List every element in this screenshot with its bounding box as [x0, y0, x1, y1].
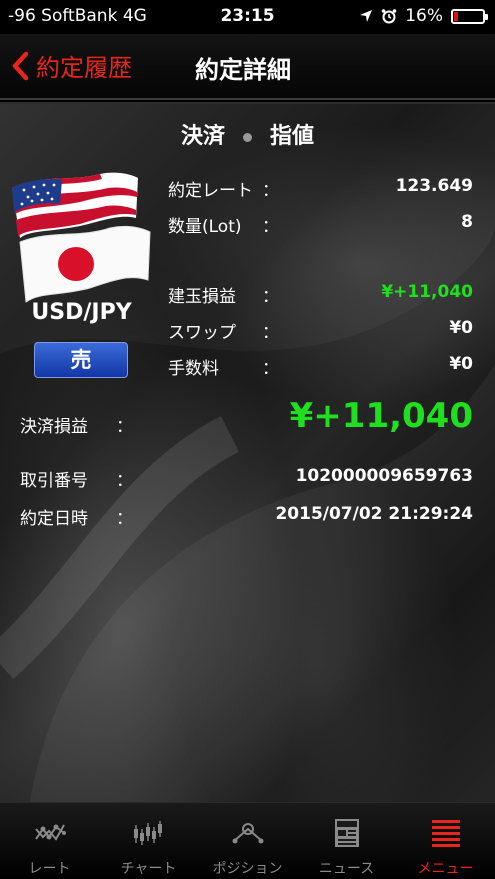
lot-value: 8: [461, 212, 473, 232]
trade-number-colon: ：: [116, 471, 133, 491]
candlestick-icon: [134, 821, 162, 845]
tab-news-label: ニュース: [318, 861, 375, 877]
swap-colon: ：: [262, 323, 279, 343]
back-button[interactable]: 約定履歴: [10, 48, 132, 83]
order-type-settle: 決済: [180, 124, 225, 149]
menu-icon: [432, 820, 460, 847]
tab-chart[interactable]: チャート: [99, 803, 198, 879]
tab-news[interactable]: ニュース: [297, 803, 396, 879]
unrealized-pl-value: ¥+11,040: [381, 282, 473, 302]
settlement-pl-value: ¥+11,040: [289, 396, 473, 436]
back-button-label: 約定履歴: [36, 54, 132, 82]
separator-dot: [243, 132, 252, 142]
tab-position-label: ポジション: [212, 861, 283, 877]
trade-datetime-colon: ：: [116, 509, 133, 529]
tab-position[interactable]: ポジション: [198, 803, 297, 879]
japan-flag-icon: [19, 225, 151, 303]
tab-rate[interactable]: レート: [0, 803, 99, 879]
fee-value: ¥0: [449, 354, 473, 374]
order-type-header: 決済 指値: [0, 118, 495, 150]
trade-datetime-value: 2015/07/02 21:29:24: [275, 504, 473, 524]
alarm-clock-icon: [381, 9, 397, 24]
swap-value: ¥0: [449, 318, 473, 338]
news-icon: [335, 819, 359, 847]
rate-chart-icon: [35, 824, 66, 841]
tab-menu[interactable]: メニュー: [396, 803, 495, 879]
chevron-left-icon: [12, 51, 29, 80]
trade-detail-panel: 決済 指値 USD/JPY 売 約定レート ： 123.649 数量(Lot) ：…: [0, 104, 495, 802]
unrealized-pl-label: 建玉損益: [168, 287, 236, 307]
swap-label: スワップ: [168, 323, 236, 343]
position-icon: [232, 823, 264, 844]
battery-percent: 16%: [405, 6, 443, 26]
status-right: 16%: [359, 6, 488, 26]
page-title: 約定詳細: [195, 56, 291, 84]
fee-label: 手数料: [168, 359, 219, 379]
sell-badge: 売: [34, 342, 128, 378]
rate-colon: ：: [262, 181, 279, 201]
tab-chart-label: チャート: [120, 861, 177, 877]
battery-icon: [451, 8, 488, 24]
tab-rate-label: レート: [28, 861, 71, 877]
lot-colon: ：: [262, 217, 279, 237]
settlement-pl-label: 決済損益: [20, 417, 88, 437]
order-type-limit: 指値: [270, 124, 315, 149]
tab-menu-label: メニュー: [417, 861, 474, 877]
unrealized-pl-colon: ：: [262, 287, 279, 307]
lot-label: 数量(Lot): [168, 217, 242, 237]
trade-number-label: 取引番号: [20, 471, 88, 491]
rate-label: 約定レート: [168, 181, 253, 201]
navigation-bar: 約定履歴 約定詳細: [0, 34, 495, 100]
rate-value: 123.649: [395, 176, 473, 196]
usd-jpy-flags: [12, 172, 151, 303]
location-arrow-icon: [360, 10, 373, 22]
status-bar: -96 SoftBank 4G 23:15 16%: [0, 0, 495, 34]
trade-datetime-label: 約定日時: [20, 509, 88, 529]
settlement-pl-colon: ：: [116, 417, 133, 437]
trade-number-value: 102000009659763: [295, 466, 473, 486]
fee-colon: ：: [262, 359, 279, 379]
currency-pair: USD/JPY: [31, 300, 132, 325]
tab-bar: レート チャート ポジション ニュース メニュー: [0, 802, 495, 879]
